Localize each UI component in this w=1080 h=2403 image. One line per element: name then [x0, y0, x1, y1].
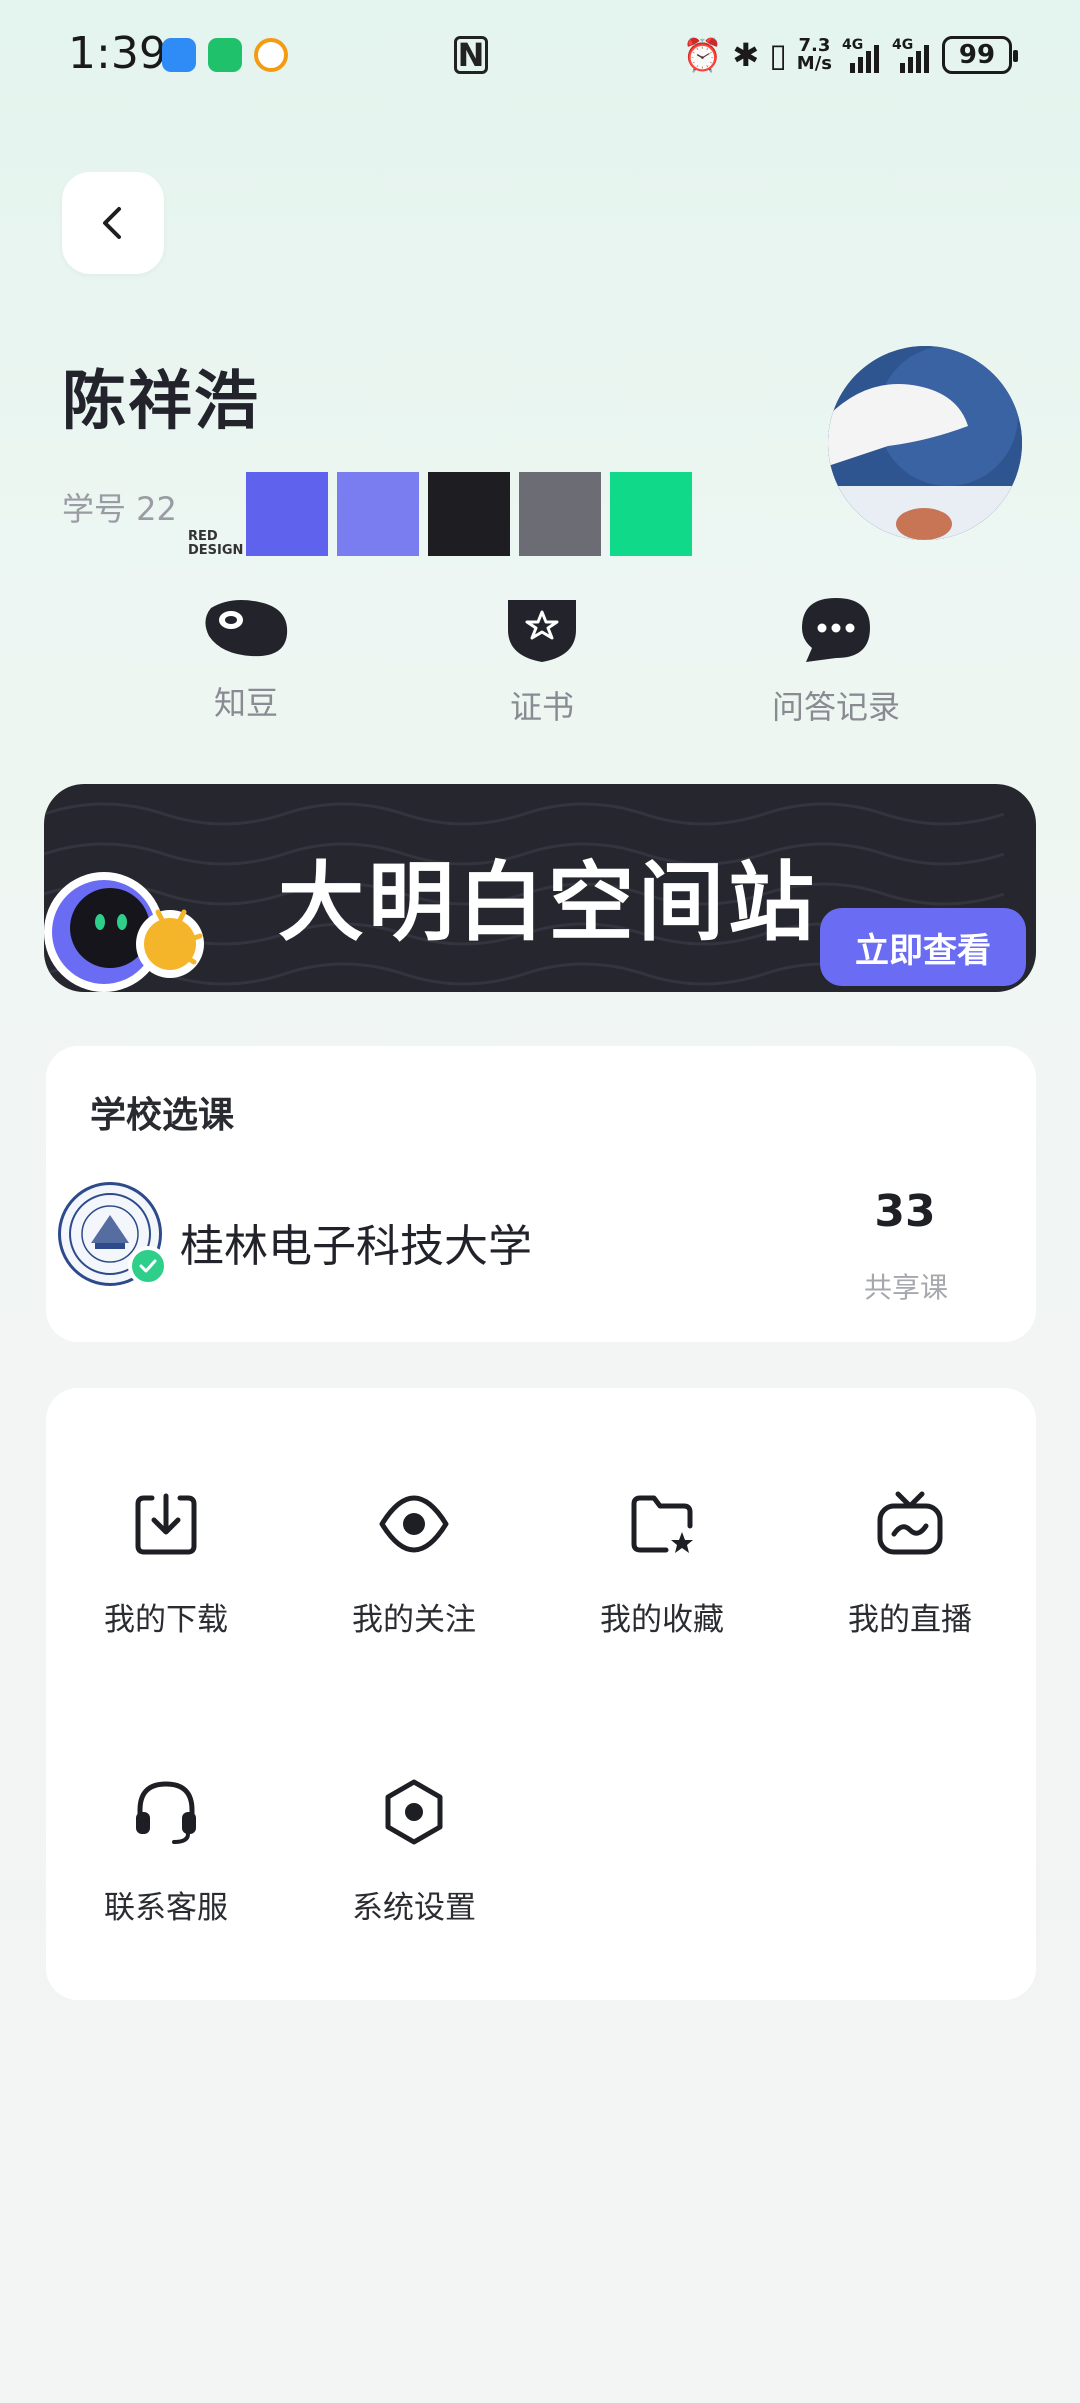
quick-action-qa-records[interactable]: 问答记录 — [756, 596, 916, 728]
network-speed: 7.3 M/s — [796, 35, 832, 74]
banner-view-now-button[interactable]: 立即查看 — [820, 908, 1026, 986]
weibo-icon — [254, 38, 288, 72]
palette-swatch — [428, 472, 510, 556]
status-time: 1:39 — [68, 28, 167, 79]
user-name: 陈祥浩 — [62, 365, 260, 439]
eye-icon — [379, 1495, 449, 1553]
back-button[interactable] — [62, 172, 164, 274]
menu-item-downloads[interactable]: 我的下载 — [76, 1488, 256, 1639]
banner-title: 大明白空间站 — [278, 853, 818, 953]
red-design-watermark: RED DESIGN — [188, 529, 244, 558]
wechat-icon — [208, 38, 242, 72]
certificate-icon — [508, 600, 576, 662]
battery-indicator: 99 — [942, 36, 1018, 74]
menu-item-favorites[interactable]: 我的收藏 — [572, 1488, 752, 1639]
download-icon — [135, 1493, 197, 1555]
promo-banner[interactable]: 大明白空间站 立即查看 — [44, 784, 1036, 992]
menu-item-settings[interactable]: 系统设置 — [324, 1776, 504, 1927]
menu-item-following[interactable]: 我的关注 — [324, 1488, 504, 1639]
chevron-left-icon — [103, 207, 121, 239]
menu-item-live[interactable]: 我的直播 — [820, 1488, 1000, 1639]
function-menu-card: 我的下载 我的关注 我的收藏 我的直播 联系客服 系统设置 — [46, 1388, 1036, 2000]
palette-swatch — [246, 472, 328, 556]
chat-bubble-icon — [802, 598, 870, 662]
folder-star-icon — [631, 1495, 693, 1553]
shared-course-count[interactable]: 33 — [860, 1186, 950, 1237]
section-title: 学校选课 — [90, 1095, 235, 1136]
alarm-icon: ⏰ — [682, 36, 723, 74]
message-app-icon — [162, 38, 196, 72]
vibrate-icon: ▯ — [769, 36, 787, 74]
signal-1: 4G — [842, 37, 882, 73]
signal-2: 4G — [892, 37, 932, 73]
bluetooth-icon: ✱ — [732, 36, 760, 74]
color-palette-overlay — [246, 472, 692, 556]
hexagon-settings-icon — [385, 1779, 443, 1845]
tv-icon — [877, 1491, 943, 1555]
school-course-card: 学校选课 桂林电子科技大学 33 共享课 — [46, 1046, 1036, 1342]
status-right: ⏰ ✱ ▯ 7.3 M/s 4G 4G 99 — [682, 30, 1018, 80]
nfc-icon: N — [454, 36, 488, 74]
mascot-illustration — [44, 872, 224, 992]
student-id: 学号 22 — [62, 490, 177, 528]
status-bar: 1:39 N ⏰ ✱ ▯ 7.3 M/s 4G 4G 99 — [0, 0, 1080, 110]
headset-icon — [136, 1781, 196, 1844]
palette-swatch — [610, 472, 692, 556]
bean-icon — [205, 600, 288, 657]
shared-course-label: 共享课 — [863, 1271, 948, 1304]
avatar[interactable] — [828, 346, 1022, 540]
school-name[interactable]: 桂林电子科技大学 — [180, 1210, 532, 1274]
verified-check-icon — [128, 1246, 168, 1286]
quick-action-bean[interactable]: 知豆 — [166, 596, 326, 724]
palette-swatch — [519, 472, 601, 556]
quick-action-certificate[interactable]: 证书 — [462, 596, 622, 728]
menu-item-customer-service[interactable]: 联系客服 — [76, 1776, 256, 1927]
palette-swatch — [337, 472, 419, 556]
